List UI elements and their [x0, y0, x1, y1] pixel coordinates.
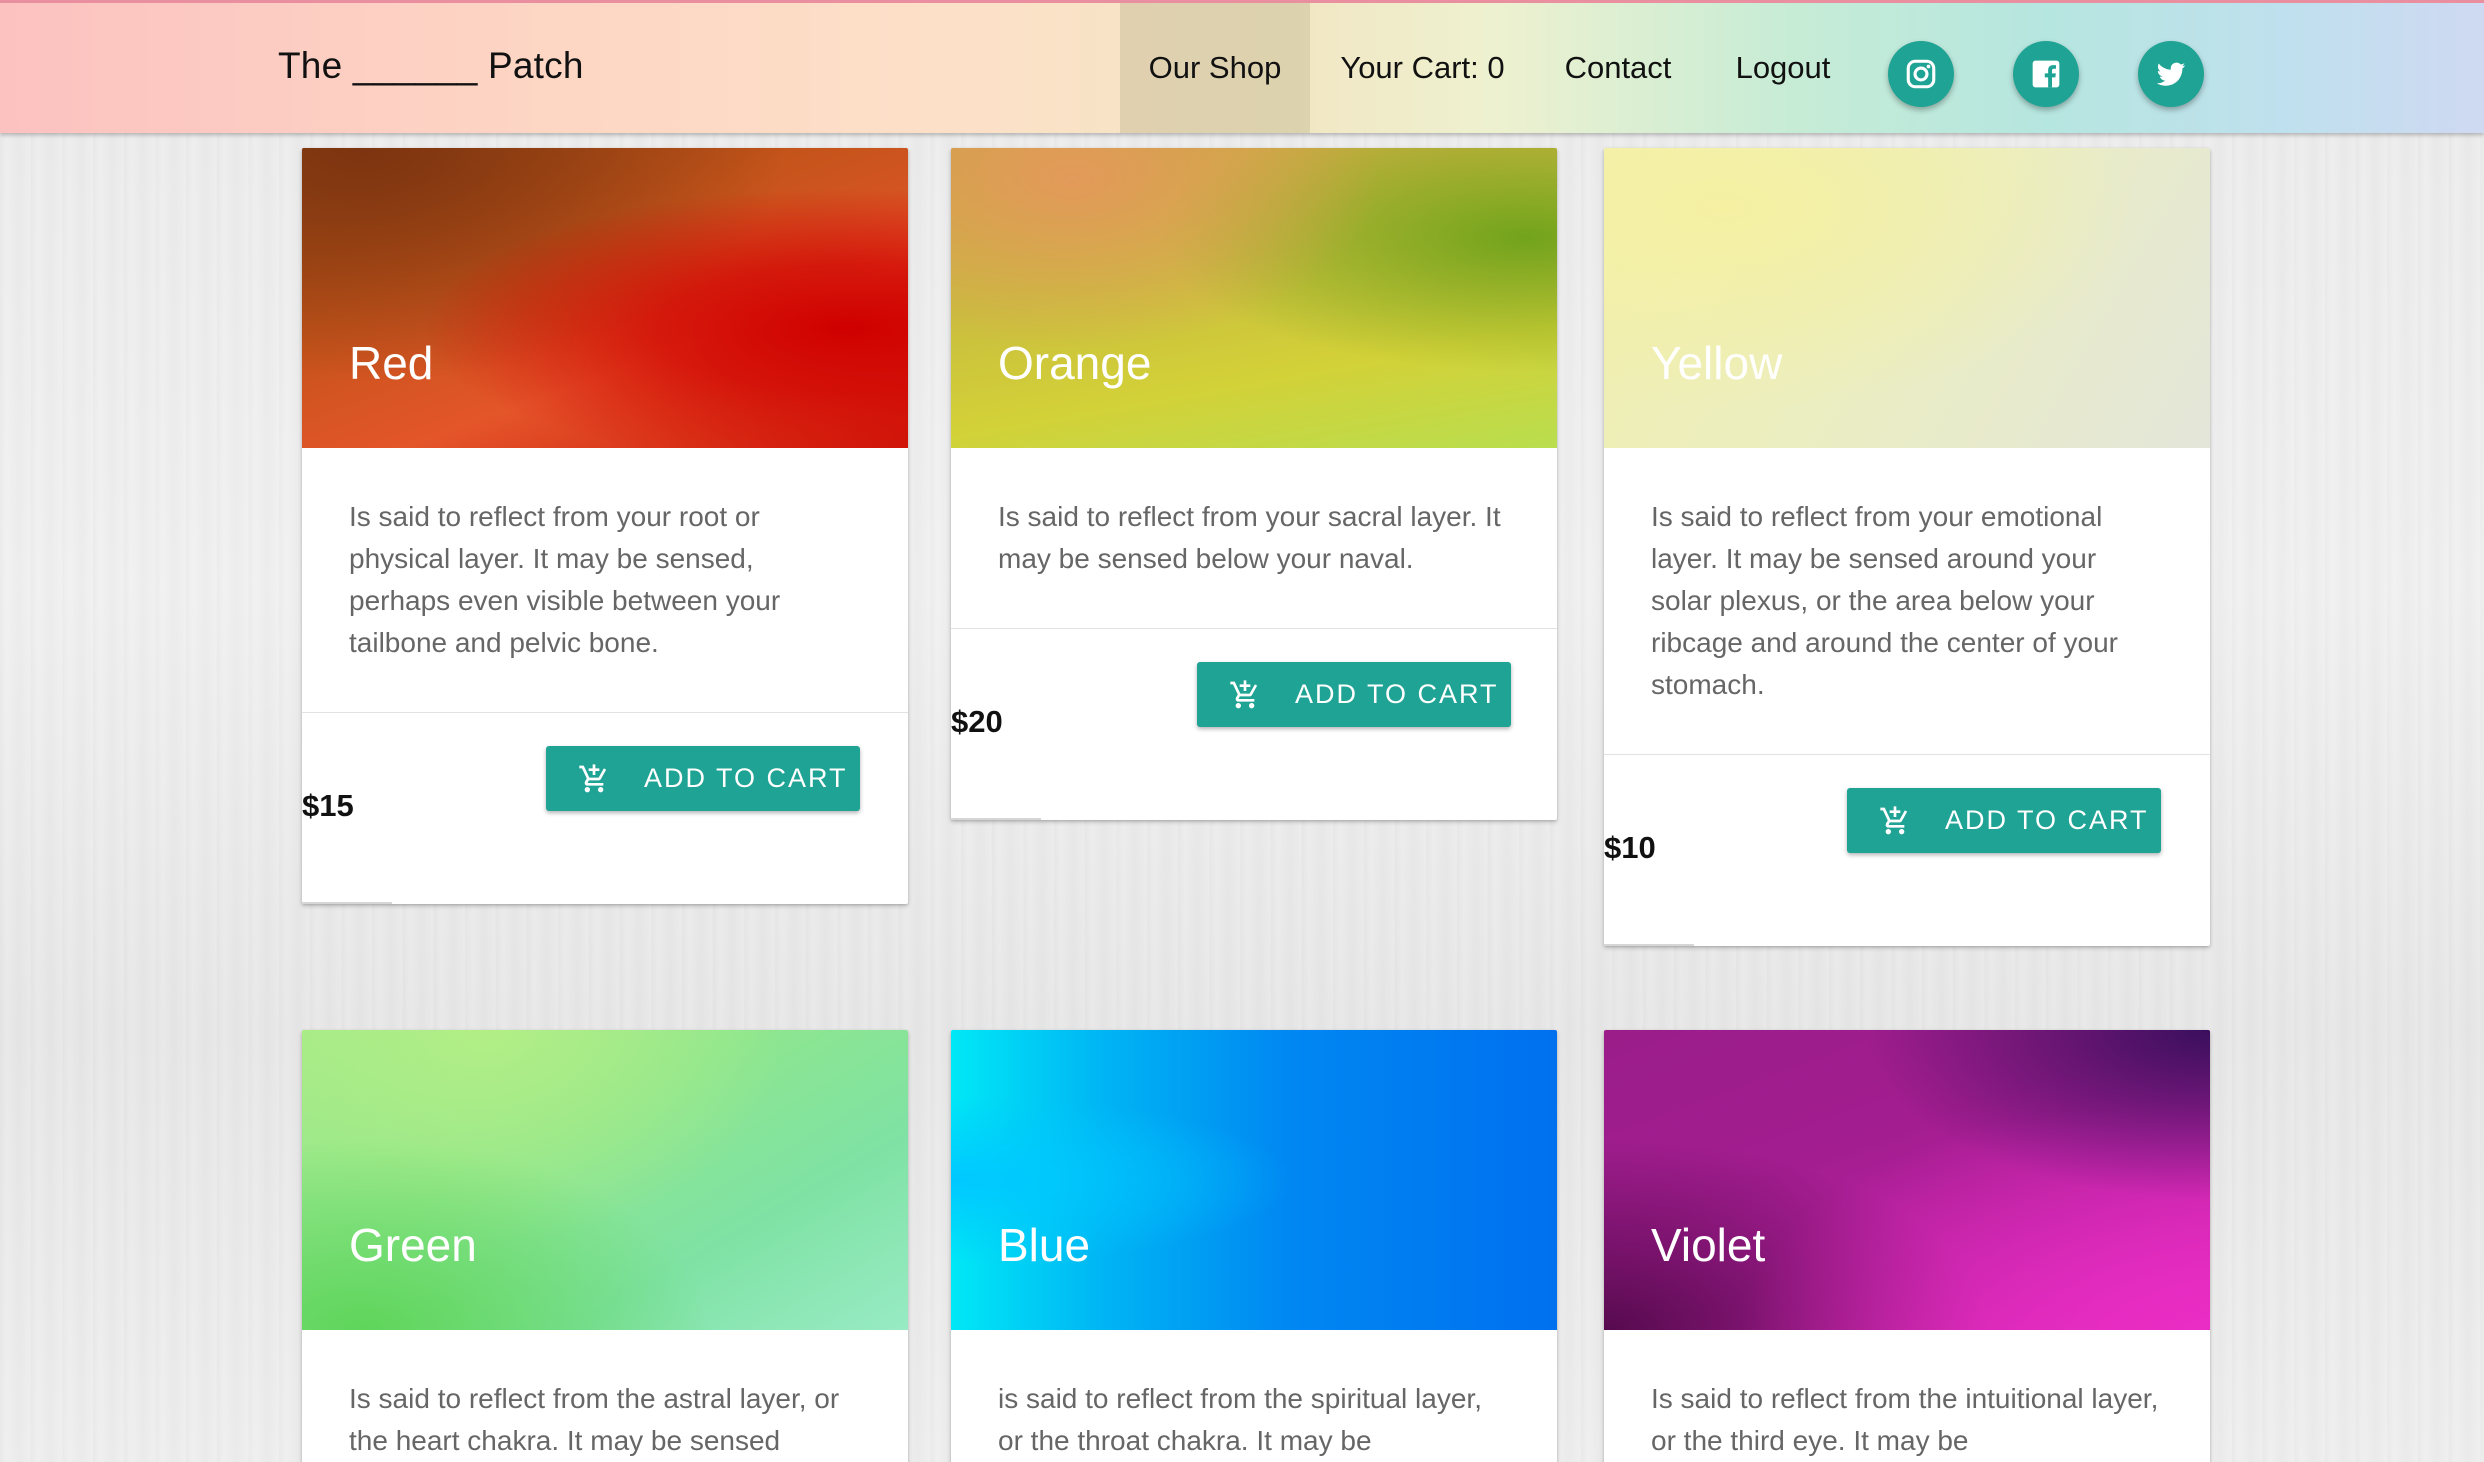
product-title: Orange — [998, 337, 1152, 389]
product-description: is said to reflect from the spiritual la… — [998, 1383, 1482, 1456]
product-image-red: Red — [302, 148, 908, 448]
instagram-icon — [1906, 59, 1936, 89]
product-image-orange: Orange — [951, 148, 1557, 448]
nav-your-cart[interactable]: Your Cart: 0 — [1320, 3, 1525, 133]
product-title: Green — [349, 1219, 477, 1271]
navbar: The ______ Patch Our Shop Your Cart: 0 C… — [0, 0, 2484, 133]
product-image-yellow: Yellow — [1604, 148, 2210, 448]
facebook-icon — [2032, 60, 2060, 88]
product-title: Red — [349, 337, 434, 389]
add-to-cart-button[interactable]: ADD TO CART — [546, 746, 860, 811]
add-to-cart-label: ADD TO CART — [1945, 805, 2149, 835]
product-title: Blue — [998, 1219, 1091, 1271]
product-card-yellow: Yellow Is said to reflect from your emot… — [1604, 148, 2210, 946]
product-title: Violet — [1651, 1219, 1766, 1271]
card-divider — [951, 628, 1557, 629]
card-divider — [302, 712, 908, 713]
product-price: $10 — [1604, 830, 1656, 865]
brand-logo[interactable]: The ______ Patch — [278, 45, 584, 87]
product-description: Is said to reflect from your emotional l… — [1651, 501, 2118, 700]
add-cart-icon — [1229, 679, 1261, 711]
card-footer-line — [951, 818, 1041, 820]
add-to-cart-label: ADD TO CART — [644, 763, 848, 793]
add-to-cart-button[interactable]: ADD TO CART — [1847, 788, 2161, 853]
card-divider — [1604, 754, 2210, 755]
product-title: Yellow — [1651, 337, 1783, 389]
product-description: Is said to reflect from your root or phy… — [349, 501, 781, 658]
twitter-icon — [2156, 62, 2186, 86]
facebook-button[interactable] — [2013, 41, 2079, 107]
twitter-button[interactable] — [2138, 41, 2204, 107]
product-card-violet: Violet Is said to reflect from the intui… — [1604, 1030, 2210, 1462]
product-image-green: Green — [302, 1030, 908, 1330]
product-description: Is said to reflect from the astral layer… — [349, 1383, 840, 1456]
add-to-cart-button[interactable]: ADD TO CART — [1197, 662, 1511, 727]
nav-logout[interactable]: Logout — [1718, 3, 1848, 133]
add-cart-icon — [578, 763, 610, 795]
instagram-button[interactable] — [1888, 41, 1954, 107]
product-price: $20 — [951, 704, 1003, 739]
product-card-blue: Blue is said to reflect from the spiritu… — [951, 1030, 1557, 1462]
add-to-cart-label: ADD TO CART — [1295, 679, 1499, 709]
product-card-orange: Orange Is said to reflect from your sacr… — [951, 148, 1557, 820]
product-card-red: Red Is said to reflect from your root or… — [302, 148, 908, 904]
product-card-green: Green Is said to reflect from the astral… — [302, 1030, 908, 1462]
card-footer-line — [302, 902, 392, 904]
card-footer-line — [1604, 944, 1694, 946]
product-image-violet: Violet — [1604, 1030, 2210, 1330]
product-description: Is said to reflect from the intuitional … — [1651, 1383, 2159, 1456]
product-price: $15 — [302, 788, 354, 823]
add-cart-icon — [1879, 805, 1911, 837]
product-description: Is said to reflect from your sacral laye… — [998, 501, 1501, 574]
product-image-blue: Blue — [951, 1030, 1557, 1330]
nav-our-shop[interactable]: Our Shop — [1120, 3, 1310, 133]
nav-contact[interactable]: Contact — [1548, 3, 1688, 133]
